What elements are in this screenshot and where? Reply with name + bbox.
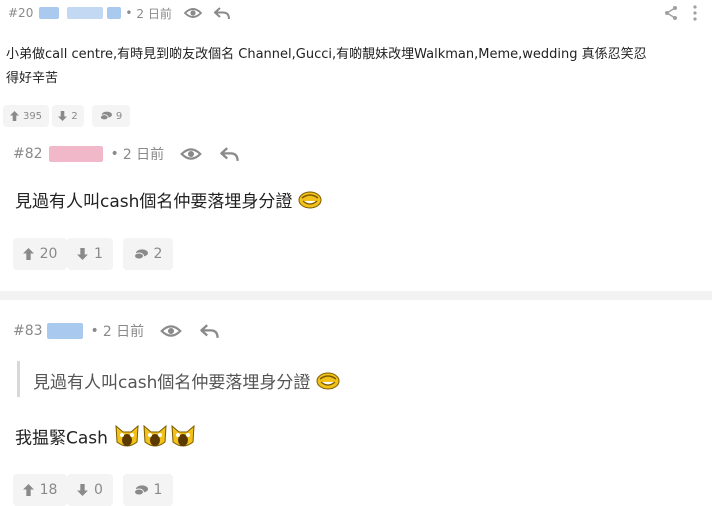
comment-icon [133, 484, 148, 495]
reply-count: 2 [153, 246, 163, 262]
blurred-username-part [67, 7, 104, 19]
like-button[interactable]: 395 [3, 105, 49, 127]
reply-count-button[interactable]: 1 [123, 474, 173, 506]
blurred-username[interactable] [39, 7, 60, 19]
separator-dot: • [110, 146, 119, 162]
eye-icon[interactable] [183, 7, 202, 19]
laughing-emoji-icon [316, 371, 340, 396]
reply-count-button[interactable]: 2 [123, 238, 173, 270]
dislike-count: 2 [71, 110, 78, 122]
post-body-text: 見過有人叫cash個名仲要落埋身分證 [15, 192, 293, 212]
post-time: 2 日前 [102, 324, 145, 340]
shocked-emoji-icon [113, 422, 141, 455]
dislike-button[interactable]: 0 [67, 474, 113, 506]
thumb-down-icon [58, 111, 68, 121]
post-time: 2 日前 [122, 147, 165, 163]
post-meta: #82 • 2 日前 [13, 143, 239, 165]
thumb-up-icon [22, 484, 34, 496]
comment-icon [133, 248, 148, 259]
reply-count: 1 [153, 482, 163, 498]
separator-dot: • [125, 6, 133, 20]
laughing-emoji-icon [298, 190, 322, 215]
post-time: 2 日前 [136, 6, 172, 21]
reply-icon[interactable] [213, 6, 230, 20]
dislike-button[interactable]: 1 [67, 238, 113, 270]
reply-icon[interactable] [220, 146, 239, 162]
blurred-username[interactable] [46, 323, 83, 339]
like-count: 395 [22, 110, 43, 122]
dislike-button[interactable]: 2 [52, 105, 84, 127]
like-button[interactable]: 18 [13, 474, 67, 506]
blurred-username-part [107, 7, 122, 19]
shocked-emoji-icon [141, 422, 169, 455]
post-body-line: 小弟做call centre,有時見到啲友改個名 Channel,Gucci,有… [6, 47, 647, 62]
post-body-line: 得好辛苦 [6, 71, 59, 86]
post-number[interactable]: #20 [8, 6, 33, 20]
shocked-emoji-icon [169, 422, 197, 455]
more-options-icon[interactable] [693, 4, 697, 22]
post-body: 見過有人叫cash個名仲要落埋身分證 [15, 187, 322, 215]
thumb-down-icon [77, 248, 88, 260]
thumb-down-icon [77, 484, 88, 496]
like-button[interactable]: 20 [13, 238, 67, 270]
post-meta: #20 • 2 日前 [8, 3, 230, 23]
reply-count: 9 [115, 110, 123, 122]
post-number[interactable]: #82 [13, 146, 43, 162]
blurred-username[interactable] [48, 146, 103, 162]
post-separator [0, 291, 712, 300]
quoted-post: 見過有人叫cash個名仲要落埋身分證 [17, 361, 420, 397]
post-body: 我揾緊Cash [15, 422, 197, 455]
dislike-count: 0 [94, 482, 103, 498]
thumb-up-icon [22, 248, 34, 260]
dislike-count: 1 [94, 246, 103, 262]
reply-count-button[interactable]: 9 [92, 105, 130, 127]
like-count: 20 [39, 246, 58, 262]
reply-icon[interactable] [200, 323, 219, 339]
post-body-text: 我揾緊Cash [15, 428, 108, 449]
post-meta: #83 • 2 日前 [13, 320, 219, 342]
eye-icon[interactable] [160, 324, 182, 338]
share-icon[interactable] [663, 5, 679, 21]
thumb-up-icon [9, 111, 19, 121]
post-number[interactable]: #83 [13, 323, 43, 339]
comment-icon [99, 111, 112, 121]
separator-dot: • [90, 323, 99, 339]
like-count: 18 [39, 482, 58, 498]
eye-icon[interactable] [180, 147, 202, 161]
quote-text: 見過有人叫cash個名仲要落埋身分證 [33, 373, 311, 393]
